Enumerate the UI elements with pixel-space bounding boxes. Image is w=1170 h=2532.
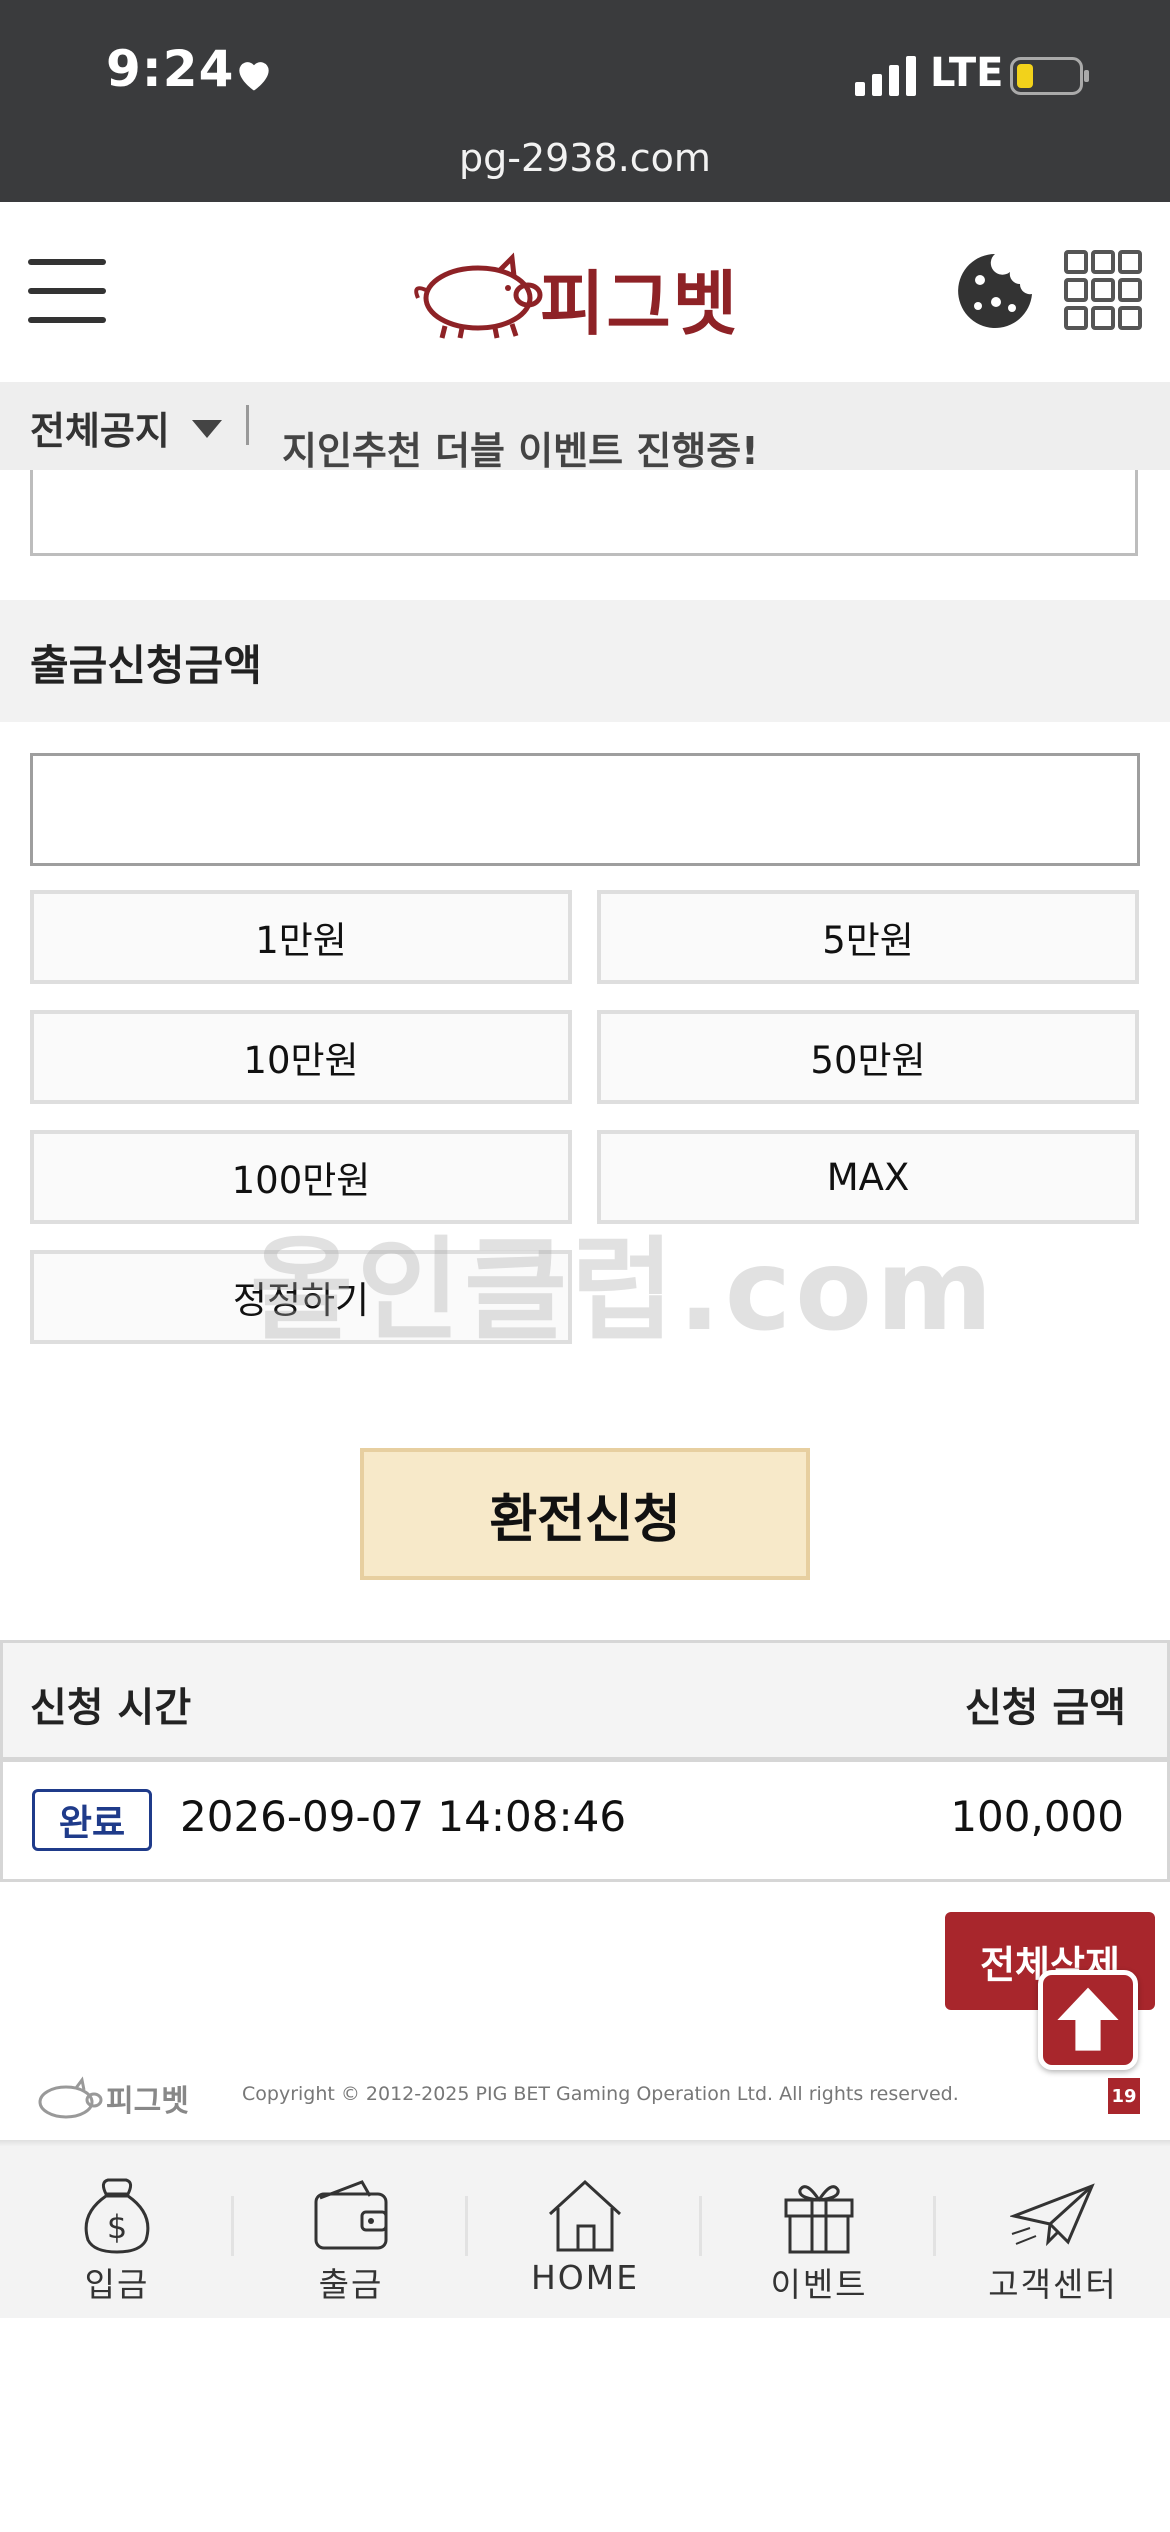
header-request-time: 신청 시간	[30, 1685, 192, 1731]
header-request-amount: 신청 금액	[964, 1685, 1126, 1731]
cookie-icon[interactable]	[956, 252, 1034, 330]
amount-50k-button[interactable]: 5만원	[597, 890, 1139, 984]
footer-copyright: Copyright © 2012-2025 PIG BET Gaming Ope…	[242, 2083, 959, 2105]
gift-icon	[784, 2185, 854, 2254]
withdraw-amount-input[interactable]	[30, 753, 1140, 866]
footer-pig-icon	[38, 2076, 103, 2119]
address-bar-url[interactable]: pg-2938.com	[0, 136, 1170, 180]
status-time: 9:24	[106, 40, 235, 98]
nav-item-home[interactable]: HOME	[468, 2146, 702, 2318]
svg-text:$: $	[107, 2208, 127, 2246]
hamburger-menu-icon[interactable]	[28, 255, 108, 327]
row-request-time: 2026-09-07 14:08:46	[180, 1792, 627, 1841]
age-restriction-badge: 19	[1108, 2078, 1140, 2114]
scroll-top-icon[interactable]	[1038, 1970, 1138, 2070]
nav-item-support[interactable]: 고객센터	[936, 2146, 1170, 2318]
heart-icon	[239, 62, 269, 91]
wallet-icon	[314, 2180, 388, 2250]
nav-label-deposit: 입금	[84, 2265, 150, 2304]
amount-100k-button[interactable]: 10만원	[30, 1010, 572, 1104]
amount-500k-button[interactable]: 50만원	[597, 1010, 1139, 1104]
row-divider	[0, 1758, 1170, 1762]
footer-logo: 피그벳	[30, 2070, 210, 2126]
footer-logo-text: 피그벳	[106, 2084, 189, 2119]
nav-label-home: HOME	[530, 2258, 640, 2297]
paper-plane-icon	[1010, 2183, 1095, 2247]
battery-icon	[1010, 57, 1089, 95]
nav-label-withdraw: 출금	[318, 2265, 384, 2304]
watermark: 올인클럽.com	[250, 1226, 997, 1356]
pig-logo-icon[interactable]	[400, 240, 560, 340]
amount-10k-button[interactable]: 1만원	[30, 890, 572, 984]
caret-down-icon[interactable]	[190, 418, 224, 440]
signal-icon	[855, 56, 916, 96]
notice-label[interactable]: 전체공지	[30, 400, 170, 455]
nav-item-event[interactable]: 이벤트	[702, 2146, 936, 2318]
site-logo-text[interactable]: 피그벳	[540, 248, 739, 349]
nav-label-support: 고객센터	[988, 2265, 1118, 2304]
notice-ticker-text[interactable]: 지인추천 더블 이벤트 진행중!	[282, 420, 759, 475]
row-request-amount: 100,000	[950, 1792, 1124, 1841]
withdraw-section-title: 출금신청금액	[30, 641, 262, 690]
nav-item-deposit[interactable]: $ 입금	[0, 2146, 234, 2318]
network-type: LTE	[930, 50, 1004, 96]
nav-label-event: 이벤트	[770, 2265, 868, 2304]
withdraw-submit-button[interactable]: 환전신청	[360, 1448, 810, 1580]
house-icon	[548, 2179, 622, 2252]
bottom-nav: $ 입금 출금 HOME 이벤트 고객센터	[0, 2146, 1170, 2318]
grid-menu-icon[interactable]	[1064, 250, 1142, 330]
account-input-partial[interactable]	[30, 470, 1138, 556]
status-badge: 완료	[32, 1789, 152, 1851]
nav-item-withdraw[interactable]: 출금	[234, 2146, 468, 2318]
money-bag-icon: $	[84, 2178, 150, 2254]
notice-divider	[246, 405, 249, 445]
